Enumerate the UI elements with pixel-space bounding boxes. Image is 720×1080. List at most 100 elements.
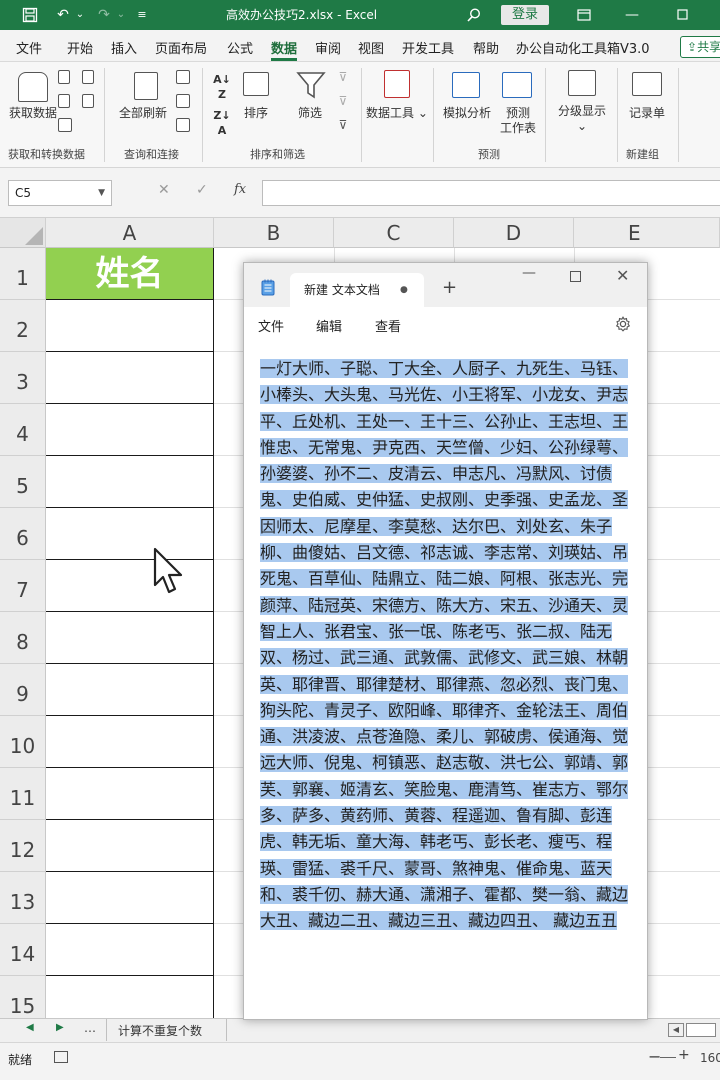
- existing-connections-icon[interactable]: [82, 94, 94, 108]
- column-header[interactable]: B: [214, 218, 334, 248]
- column-header[interactable]: D: [454, 218, 574, 248]
- row-header[interactable]: 11: [0, 768, 46, 820]
- advanced-filter-icon[interactable]: ⊽: [334, 118, 352, 133]
- customize-toolbar-icon[interactable]: ≡: [134, 0, 150, 30]
- sort-ascending-icon[interactable]: A↓ Z: [212, 72, 232, 102]
- column-header[interactable]: C: [334, 218, 454, 248]
- cell-a15[interactable]: [46, 976, 214, 1018]
- tab-office-automation[interactable]: 办公自动化工具箱V3.0: [516, 38, 650, 57]
- tab-view[interactable]: 视图: [358, 38, 384, 57]
- properties-icon[interactable]: [176, 94, 190, 108]
- horizontal-scrollbar[interactable]: [686, 1023, 716, 1037]
- scroll-left-icon[interactable]: ◀: [668, 1023, 684, 1037]
- more-sheets-icon[interactable]: …: [84, 1021, 96, 1035]
- tab-data[interactable]: 数据: [271, 38, 297, 57]
- tab-help[interactable]: 帮助: [473, 38, 499, 57]
- share-button[interactable]: ⇪共享: [680, 36, 720, 58]
- column-header[interactable]: E: [574, 218, 720, 248]
- row-header[interactable]: 12: [0, 820, 46, 872]
- cell-a5[interactable]: [46, 456, 214, 508]
- from-text-icon[interactable]: [58, 70, 70, 84]
- refresh-all-button[interactable]: 全部刷新: [112, 106, 174, 121]
- notepad-close-icon[interactable]: ✕: [616, 266, 629, 285]
- cell-a11[interactable]: [46, 768, 214, 820]
- sort-descending-icon[interactable]: Z↓ A: [212, 108, 232, 138]
- formula-input[interactable]: [262, 180, 720, 206]
- undo-icon[interactable]: ↶: [52, 0, 74, 30]
- sheet-tab[interactable]: 计算不重复个数: [118, 1022, 202, 1039]
- cell-a2[interactable]: [46, 300, 214, 352]
- from-web-icon[interactable]: [58, 94, 70, 108]
- settings-gear-icon[interactable]: [615, 316, 631, 332]
- save-icon[interactable]: [18, 0, 42, 30]
- cell-a8[interactable]: [46, 612, 214, 664]
- login-button[interactable]: 登录: [501, 5, 549, 25]
- cell-a14[interactable]: [46, 924, 214, 976]
- macro-record-icon[interactable]: [54, 1051, 68, 1063]
- zoom-in-icon[interactable]: +: [678, 1047, 690, 1063]
- from-table-icon[interactable]: [58, 118, 72, 132]
- ribbon-display-icon[interactable]: [574, 0, 594, 30]
- tab-file[interactable]: 文件: [16, 38, 42, 57]
- tab-review[interactable]: 审阅: [315, 38, 341, 57]
- row-header[interactable]: 15: [0, 976, 46, 1018]
- notepad-menu-edit[interactable]: 编辑: [316, 316, 342, 335]
- header-cell-a1[interactable]: 姓名: [46, 248, 214, 300]
- notepad-menu-view[interactable]: 查看: [375, 316, 401, 335]
- tab-home[interactable]: 开始: [67, 38, 93, 57]
- row-header[interactable]: 9: [0, 664, 46, 716]
- reapply-icon[interactable]: ⊽: [334, 94, 352, 109]
- notepad-minimize-icon[interactable]: —: [522, 265, 536, 281]
- cell-a9[interactable]: [46, 664, 214, 716]
- row-header[interactable]: 10: [0, 716, 46, 768]
- select-all-corner[interactable]: [0, 218, 46, 248]
- name-box[interactable]: C5 ▼: [8, 180, 112, 206]
- notepad-text-area[interactable]: 一灯大师、子聪、丁大全、人厨子、九死生、马钰、小棒头、大头鬼、马光佐、小王将军、…: [244, 343, 647, 1019]
- recent-sources-icon[interactable]: [82, 70, 94, 84]
- column-header[interactable]: A: [46, 218, 214, 248]
- cell-a6[interactable]: [46, 508, 214, 560]
- row-header[interactable]: 5: [0, 456, 46, 508]
- cancel-icon[interactable]: ✕: [158, 182, 170, 198]
- search-icon[interactable]: [462, 0, 486, 30]
- clear-filter-icon[interactable]: ⊽: [334, 70, 352, 85]
- tab-formulas[interactable]: 公式: [227, 38, 253, 57]
- row-header[interactable]: 13: [0, 872, 46, 924]
- cell-a3[interactable]: [46, 352, 214, 404]
- cell-a12[interactable]: [46, 820, 214, 872]
- cell-a10[interactable]: [46, 716, 214, 768]
- selected-name-list[interactable]: 一灯大师、子聪、丁大全、人厨子、九死生、马钰、小棒头、大头鬼、马光佐、小王将军、…: [260, 356, 638, 935]
- notepad-tab[interactable]: 新建 文本文档 ●: [290, 273, 424, 307]
- enter-icon[interactable]: ✓: [196, 182, 208, 198]
- row-header[interactable]: 2: [0, 300, 46, 352]
- filter-button[interactable]: 筛选: [290, 106, 330, 121]
- row-header[interactable]: 6: [0, 508, 46, 560]
- prev-sheet-icon[interactable]: ◀: [26, 1022, 34, 1033]
- cell-a4[interactable]: [46, 404, 214, 456]
- cell-a7[interactable]: [46, 560, 214, 612]
- edit-links-icon[interactable]: [176, 118, 190, 132]
- sort-button[interactable]: 排序: [238, 106, 274, 121]
- maximize-icon[interactable]: [668, 0, 696, 30]
- row-header[interactable]: 7: [0, 560, 46, 612]
- data-tools-button[interactable]: 数据工具 ⌄: [366, 106, 428, 121]
- outline-button[interactable]: 分级显示 ⌄: [552, 104, 612, 134]
- row-header[interactable]: 14: [0, 924, 46, 976]
- zoom-level[interactable]: 160: [700, 1051, 720, 1065]
- zoom-slider[interactable]: [660, 1057, 676, 1058]
- tab-insert[interactable]: 插入: [111, 38, 137, 57]
- row-header[interactable]: 4: [0, 404, 46, 456]
- notepad-maximize-icon[interactable]: [570, 271, 581, 282]
- notepad-menu-file[interactable]: 文件: [258, 316, 284, 335]
- undo-dropdown-icon[interactable]: ⌄: [74, 0, 86, 30]
- what-if-button[interactable]: 模拟分析: [438, 106, 496, 121]
- row-header[interactable]: 3: [0, 352, 46, 404]
- get-data-button[interactable]: 获取数据: [8, 106, 58, 121]
- row-header[interactable]: 1: [0, 248, 46, 300]
- redo-dropdown-icon[interactable]: ⌄: [115, 0, 127, 30]
- tab-developer[interactable]: 开发工具: [402, 38, 454, 57]
- record-form-button[interactable]: 记录单: [622, 106, 672, 121]
- minimize-icon[interactable]: —: [620, 0, 644, 30]
- new-tab-icon[interactable]: +: [442, 277, 457, 298]
- next-sheet-icon[interactable]: ▶: [56, 1022, 64, 1033]
